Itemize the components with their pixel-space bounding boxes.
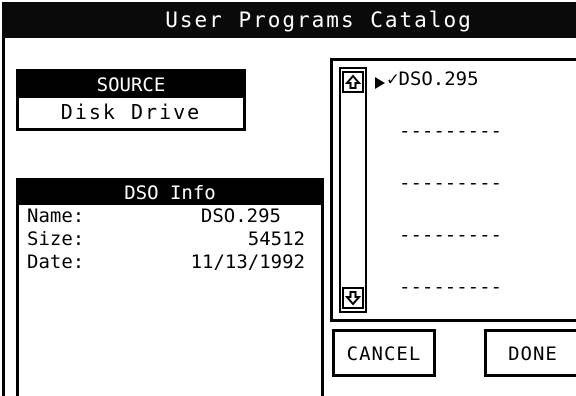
info-value: 11/13/1992 xyxy=(190,251,305,273)
info-label: Date: xyxy=(27,251,85,273)
source-heading: SOURCE xyxy=(19,72,243,98)
check-icon: ✓ xyxy=(387,68,399,90)
info-row-date: Date: 11/13/1992 xyxy=(19,251,321,274)
info-row-size: Size: 54512 xyxy=(19,228,321,251)
selection-pointer-icon xyxy=(375,77,385,89)
scroll-down-arrow-icon[interactable] xyxy=(342,287,364,309)
list-item[interactable]: --------- xyxy=(399,275,502,299)
scroll-up-arrow-icon[interactable] xyxy=(342,71,364,93)
window-title: User Programs Catalog xyxy=(165,8,473,32)
scrollbar[interactable] xyxy=(339,67,367,313)
list-item-label: --------- xyxy=(399,276,502,298)
list-item-label: --------- xyxy=(399,172,502,194)
list-item[interactable]: --------- xyxy=(399,171,502,195)
info-label: Size: xyxy=(27,228,85,250)
list-item-label: DSO.295 xyxy=(398,68,479,90)
program-list-panel[interactable]: ✓DSO.295 --------- --------- --------- -… xyxy=(330,58,576,322)
done-button[interactable]: DONE xyxy=(484,329,576,377)
list-item[interactable]: --------- xyxy=(399,223,502,247)
list-item[interactable]: ✓DSO.295 xyxy=(387,67,479,91)
list-item-label: --------- xyxy=(399,224,502,246)
source-panel[interactable]: SOURCE Disk Drive xyxy=(16,69,246,131)
window-left-border xyxy=(2,38,5,396)
info-value: DSO.295 xyxy=(200,205,281,227)
info-heading: DSO Info xyxy=(19,181,321,205)
list-item[interactable]: --------- xyxy=(399,119,502,143)
cancel-button[interactable]: CANCEL xyxy=(332,329,436,377)
source-value[interactable]: Disk Drive xyxy=(19,98,243,128)
info-value: 54512 xyxy=(247,228,305,250)
window-title-bar: User Programs Catalog xyxy=(2,2,576,38)
dso-info-panel: DSO Info Name: DSO.295 Size: 54512 Date:… xyxy=(16,178,324,396)
info-label: Name: xyxy=(27,205,85,227)
list-item-label: --------- xyxy=(399,120,502,142)
info-row-name: Name: DSO.295 xyxy=(19,205,321,228)
